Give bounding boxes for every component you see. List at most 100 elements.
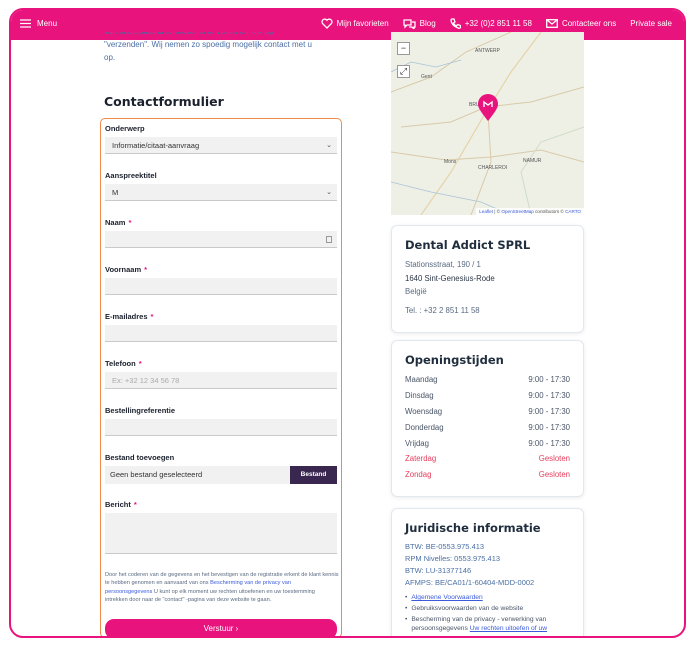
envelope-icon — [545, 19, 558, 28]
order-ref-field[interactable] — [105, 419, 337, 436]
intro-text: van onderstaand formulier in te vullen e… — [104, 32, 344, 64]
rights-link[interactable]: Uw rechten uitoefen of uw — [470, 625, 547, 632]
legal-title: Juridische informatie — [405, 521, 541, 535]
hours-time: Gesloten — [538, 454, 570, 464]
hours-row: Maandag 9:00 - 17:30 — [405, 375, 570, 391]
favorites-label: Mijn favorieten — [336, 19, 389, 28]
website-terms[interactable]: Gebruiksvoorwaarden van de website — [411, 604, 523, 613]
map-label: Gent — [421, 74, 432, 80]
legal-btw: BTW: BE-0553.975.413 — [405, 542, 485, 551]
salutation-label: Aanspreektitel — [105, 171, 157, 180]
hours-time: 9:00 - 17:30 — [528, 375, 570, 384]
firstname-field[interactable] — [105, 278, 337, 295]
heart-icon — [321, 18, 333, 29]
bullet-icon: • — [405, 605, 408, 612]
hours-day: Maandag — [405, 375, 438, 384]
map-pin-icon[interactable] — [477, 94, 499, 122]
map-label: NAMUR — [523, 158, 542, 164]
hours-title: Openingstijden — [405, 353, 504, 367]
hours-day: Vrijdag — [405, 438, 429, 448]
name-label-text: Naam — [105, 218, 126, 227]
private-sale-link[interactable]: Private sale — [630, 19, 672, 28]
required-mark: * — [138, 359, 142, 368]
menu-button[interactable]: Menu — [20, 19, 57, 28]
email-label-text: E-mailadres — [105, 312, 148, 321]
file-label-text: Bestand toevoegen — [105, 453, 175, 462]
map-tiles — [391, 32, 584, 215]
contact-form: Onderwerp Informatie/citaat-aanvraag ⌄ A… — [100, 118, 342, 636]
hours-time: 9:00 - 17:30 — [528, 390, 570, 400]
map-label: ANTWERP — [475, 48, 500, 54]
company-phone: Tel. : +32 2 851 11 58 — [405, 305, 480, 315]
hours-day: Donderdag — [405, 422, 444, 432]
legal-rpm: RPM Nivelles: 0553.975.413 — [405, 554, 501, 563]
private-sale-label: Private sale — [630, 19, 672, 28]
name-field[interactable] — [105, 231, 337, 248]
address-street: Stationsstraat, 190 / 1 — [405, 260, 481, 269]
file-input[interactable]: Geen bestand geselecteerd Bestand — [105, 466, 337, 484]
submit-label: Verstuur — [203, 624, 234, 633]
hours-day: Zondag — [405, 470, 432, 480]
zoom-out-button[interactable]: − — [397, 42, 410, 55]
phone-label: +32 (0)2 851 11 58 — [464, 19, 532, 28]
hours-row: Donderdag 9:00 - 17:30 — [405, 423, 570, 439]
phone-label-text: Telefoon — [105, 359, 136, 368]
blog-label: Blog — [419, 19, 436, 28]
phone-field[interactable]: Ex: +32 12 34 56 78 — [105, 372, 337, 389]
osm-link[interactable]: OpenStreetMap — [501, 209, 533, 214]
contact-label: Contacteer ons — [561, 19, 617, 28]
email-field[interactable] — [105, 325, 337, 342]
contact-link[interactable]: Contacteer ons — [545, 19, 617, 28]
hours-day: Zaterdag — [405, 454, 437, 464]
required-mark: * — [133, 500, 137, 509]
phone-placeholder: Ex: +32 12 34 56 78 — [112, 376, 180, 385]
page-frame: Menu Mijn favorieten Blog +32 (0)2 851 1… — [9, 8, 686, 638]
hours-row: Vrijdag 9:00 - 17:30 — [405, 439, 570, 455]
phone-link[interactable]: +32 (0)2 851 11 58 — [450, 18, 532, 29]
phone-icon — [450, 18, 461, 29]
contact-card-icon — [326, 236, 332, 243]
blog-link[interactable]: Blog — [403, 18, 436, 29]
hours-list: Maandag 9:00 - 17:30 Dinsdag 9:00 - 17:30 … — [405, 375, 570, 486]
phone-label: Telefoon * — [105, 359, 142, 368]
legal-card: Juridische informatie BTW: BE-0553.975.4… — [391, 508, 584, 636]
subject-value: Informatie/citaat-aanvraag — [112, 141, 200, 150]
legal-list-item: • Gebruiksvoorwaarden van de website — [405, 604, 570, 613]
firstname-label: Voornaam * — [105, 265, 147, 274]
legal-afmps: AFMPS: BE/CA01/1-60404-MDD-0002 — [405, 578, 535, 587]
leaflet-link[interactable]: Leaflet — [479, 209, 493, 214]
company-card: Dental Addict SPRL Stationsstraat, 190 /… — [391, 225, 584, 333]
menu-label: Menu — [37, 19, 58, 28]
hours-row: Dinsdag 9:00 - 17:30 — [405, 391, 570, 407]
hours-row: Zondag Gesloten — [405, 470, 570, 486]
submit-button[interactable]: Verstuur › — [105, 619, 337, 636]
terms-link[interactable]: Algemene Voorwaarden — [411, 593, 482, 602]
company-title: Dental Addict SPRL — [405, 238, 531, 252]
hours-time: 9:00 - 17:30 — [528, 422, 570, 432]
map-attribution: Leaflet | © OpenStreetMap contributors ©… — [476, 208, 584, 215]
legal-btw2: BTW: LU-31377146 — [405, 566, 472, 575]
attribution-middle: contributors © — [533, 209, 566, 214]
hours-time: 9:00 - 17:30 — [528, 406, 570, 416]
carto-link[interactable]: CARTO — [565, 209, 581, 214]
hours-time: 9:00 - 17:30 — [528, 438, 570, 448]
legal-list-item: • Bescherming van de privacy - verwerking… — [405, 615, 570, 633]
hours-time: Gesloten — [538, 470, 570, 480]
intro-line-2: "verzenden". Wij nemen zo spoedig mogeli… — [104, 40, 313, 49]
subject-label-text: Onderwerp — [105, 124, 145, 133]
chevron-down-icon: ⌄ — [326, 142, 332, 149]
file-browse-button[interactable]: Bestand — [290, 466, 337, 484]
company-address: Stationsstraat, 190 / 1 1640 Sint-Genesi… — [405, 258, 570, 317]
location-map[interactable]: − ⤢ ANTWERP Gent BRUSSELS Mons CHARLEROI… — [391, 32, 584, 215]
privacy-note: Door het coderen van de gegevens en het … — [105, 571, 339, 604]
fullscreen-button[interactable]: ⤢ — [397, 65, 410, 78]
subject-select[interactable]: Informatie/citaat-aanvraag ⌄ — [105, 137, 337, 154]
salutation-select[interactable]: M ⌄ — [105, 184, 337, 201]
favorites-link[interactable]: Mijn favorieten — [321, 18, 389, 29]
message-textarea[interactable] — [105, 513, 337, 554]
map-label: CHARLEROI — [478, 165, 508, 171]
chevron-down-icon: ⌄ — [326, 189, 332, 196]
opening-hours-card: Openingstijden Maandag 9:00 - 17:30 Dinsd… — [391, 340, 584, 497]
firstname-label-text: Voornaam — [105, 265, 142, 274]
message-label: Bericht * — [105, 500, 137, 509]
